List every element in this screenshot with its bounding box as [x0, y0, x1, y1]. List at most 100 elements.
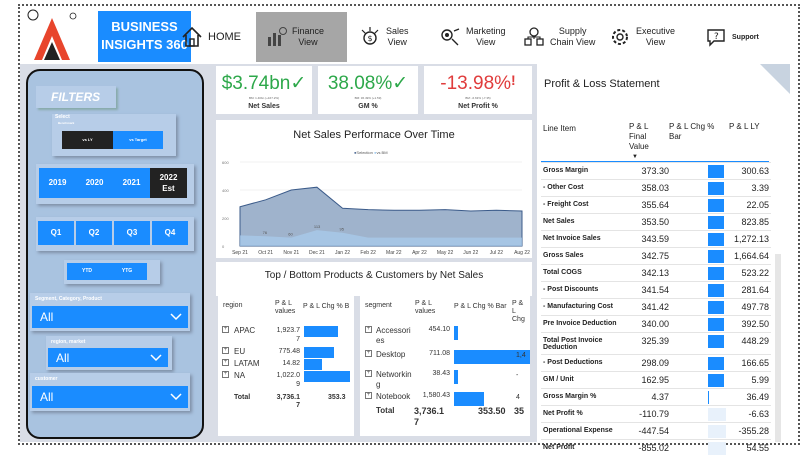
pl-row[interactable]: Net Profit -855.02 54.55 — [541, 439, 771, 456]
segment-value: 711.08 — [429, 350, 450, 357]
kpi-value: $3.74bn✓ — [221, 73, 307, 94]
pl-header-line-item[interactable]: Line Item — [543, 124, 576, 133]
pl-row[interactable]: - Other Cost 358.03 3.39 — [541, 179, 771, 196]
pl-row[interactable]: Net Sales 353.50 823.85 — [541, 213, 771, 230]
year-2020-button[interactable]: 2020 — [76, 168, 113, 198]
nav-marketing-view[interactable]: Marketing View — [438, 12, 526, 62]
segment-name: Accessories — [376, 326, 411, 345]
pl-header-final-value[interactable]: P & L Final Value — [629, 122, 663, 152]
nav-executive-view[interactable]: Executive View — [608, 12, 698, 62]
pl-row[interactable]: Net Profit % -110.79 -6.63 — [541, 405, 771, 422]
quarter-q3-button[interactable]: Q3 — [114, 221, 150, 245]
pl-scrollbar[interactable] — [775, 254, 781, 442]
segment-total-label: Total — [376, 406, 395, 415]
customer-dropdown[interactable]: All — [32, 386, 188, 408]
quarter-q2-button[interactable]: Q2 — [76, 221, 112, 245]
quarter-slicer-panel: Q1 Q2 Q3 Q4 — [36, 217, 194, 251]
values-col-header: P & L values — [275, 300, 296, 315]
year-2019-button[interactable]: 2019 — [39, 168, 76, 198]
expand-icon[interactable]: + — [222, 347, 229, 354]
table-row[interactable]: + APAC 1,923.77 — [218, 326, 354, 343]
pl-row[interactable]: Gross Sales 342.75 1,664.64 — [541, 247, 771, 264]
nav-supply-chain-view[interactable]: Supply Chain View — [522, 12, 612, 62]
pl-header-chg-bar[interactable]: P & L Chg % Bar — [669, 122, 725, 142]
table-row[interactable]: + Desktop 711.08 1,4 — [360, 350, 530, 370]
brand-line2: INSIGHTS 360 — [101, 37, 188, 52]
segment-value: 38.43 — [432, 370, 450, 377]
pl-row[interactable]: Operational Expense -447.54 -355.28 — [541, 422, 771, 439]
pl-ly-value: 1,272.13 — [733, 234, 769, 244]
nav-home[interactable]: HOME — [180, 12, 246, 62]
pl-chg-bar — [708, 233, 724, 246]
pl-row[interactable]: Pre Invoice Deduction 340.00 392.50 — [541, 315, 771, 332]
finance-chart-icon — [264, 25, 288, 49]
filters-title: FILTERS — [36, 86, 116, 108]
expand-icon[interactable]: + — [222, 326, 229, 333]
segment-total-value: 3,736.17 — [414, 406, 445, 427]
pl-row[interactable]: GM / Unit 162.95 5.99 — [541, 371, 771, 388]
pl-row[interactable]: Net Invoice Sales 343.59 1,272.13 — [541, 230, 771, 247]
pl-final-value: 298.09 — [641, 358, 669, 368]
topbottom-title: Top / Bottom Products & Customers by Net… — [264, 270, 484, 281]
pl-chg-bar — [708, 216, 724, 229]
pl-row[interactable]: - Manufacturing Cost 341.42 497.78 — [541, 298, 771, 315]
chg-bar — [304, 359, 322, 370]
pl-row[interactable]: - Post Deductions 298.09 166.65 — [541, 354, 771, 371]
region-value: 775.48 — [278, 348, 300, 355]
expand-icon[interactable]: + — [365, 370, 372, 377]
pl-chg-bar — [708, 165, 724, 178]
x-tick-label: Feb 22 — [360, 250, 376, 256]
expand-icon[interactable]: + — [365, 392, 372, 399]
pl-row[interactable]: Total COGS 342.13 523.22 — [541, 264, 771, 281]
pl-header-ly[interactable]: P & L LY — [729, 122, 760, 131]
expand-icon[interactable]: + — [222, 371, 229, 378]
table-row[interactable]: + LATAM 14.82 — [218, 359, 354, 371]
y-tick-label: 400 — [222, 188, 229, 193]
pl-row[interactable]: Total Post Invoice Deduction 325.39 448.29 — [541, 332, 771, 354]
pl-final-value: 340.00 — [641, 319, 669, 329]
customer-dropdown-value: All — [40, 390, 54, 404]
toggle-vs-target[interactable]: vs Target — [113, 131, 163, 149]
nav-sales-view[interactable]: $ Sales View — [358, 12, 424, 62]
year-2021-button[interactable]: 2021 — [113, 168, 150, 198]
pl-ly-value: 448.29 — [741, 336, 769, 346]
quarter-q4-button[interactable]: Q4 — [152, 221, 188, 245]
pl-final-value: -855.02 — [638, 443, 669, 453]
pl-row[interactable]: Gross Margin 373.30 300.63 — [541, 162, 771, 179]
table-row[interactable]: + EU 775.48 — [218, 347, 354, 359]
bm-data-label: 76 — [263, 230, 268, 235]
brand-title: BUSINESS INSIGHTS 360 — [98, 11, 191, 62]
year-2022-est-button[interactable]: 2022 Est — [150, 168, 187, 198]
ytd-button[interactable]: YTD — [67, 263, 107, 280]
segment-name: Notebook — [376, 392, 411, 401]
region-dropdown[interactable]: All — [48, 348, 168, 367]
region-value: 14.82 — [282, 360, 300, 367]
pl-final-value: 341.42 — [641, 302, 669, 312]
pl-row[interactable]: - Freight Cost 355.64 22.05 — [541, 196, 771, 213]
customer-filter-label: customer — [35, 376, 58, 382]
pl-line-item: - Freight Cost — [543, 201, 589, 208]
pl-row[interactable]: Gross Margin % 4.37 36.49 — [541, 388, 771, 405]
expand-icon[interactable]: + — [365, 326, 372, 333]
expand-icon[interactable]: + — [365, 350, 372, 357]
segment-dropdown[interactable]: All — [32, 306, 188, 328]
pl-line-item: Gross Margin — [543, 167, 589, 174]
pl-ly-value: 523.22 — [741, 268, 769, 278]
quarter-q1-button[interactable]: Q1 — [38, 221, 74, 245]
chevron-down-icon — [170, 310, 182, 324]
x-tick-label: Jun 22 — [463, 250, 478, 256]
nav-finance-view[interactable]: Finance View — [256, 12, 347, 62]
expand-icon[interactable]: + — [222, 359, 229, 366]
kpi-benchmark: BM: -6.63% (-7.35) — [465, 96, 491, 100]
region-name: APAC — [234, 326, 256, 335]
table-row[interactable]: + Networking 38.43 - — [360, 370, 530, 390]
ytg-button[interactable]: YTG — [107, 263, 147, 280]
y-tick-label: 600 — [222, 160, 229, 165]
pl-row[interactable]: - Post Discounts 341.54 281.64 — [541, 281, 771, 298]
chg-bar — [304, 326, 338, 337]
table-row[interactable]: + NA 1,022.09 — [218, 371, 354, 388]
table-row[interactable]: + Accessories 454.10 — [360, 326, 530, 346]
segment-total-chg2: 35 — [514, 406, 525, 416]
nav-support[interactable]: ? Support — [704, 12, 784, 62]
toggle-vs-ly[interactable]: vs LY — [62, 131, 113, 149]
